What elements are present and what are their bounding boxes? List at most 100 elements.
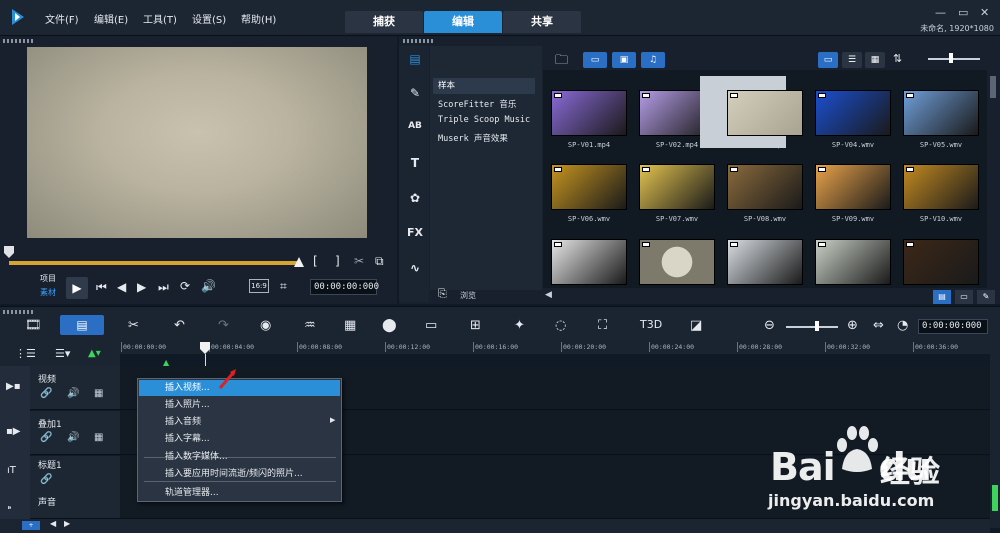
playhead-icon[interactable] — [200, 342, 210, 354]
media-thumbnail[interactable] — [903, 164, 979, 210]
timeline-view-icon[interactable]: ▤ — [60, 315, 104, 335]
menu-insert-digital-media[interactable]: 插入数字媒体... — [165, 449, 341, 465]
media-thumbnail[interactable] — [639, 239, 715, 285]
folder-item[interactable]: Muserk 声音效果 — [438, 132, 508, 144]
media-thumbnail[interactable] — [551, 164, 627, 210]
zoom-slider-knob[interactable] — [815, 321, 819, 331]
maximize-icon[interactable]: ▭ — [958, 6, 968, 19]
trim-end-handle[interactable] — [294, 257, 304, 267]
aspect-ratio-button[interactable]: 16:9 — [249, 279, 269, 293]
scroll-right-icon[interactable]: ▶ — [64, 519, 70, 528]
menu-insert-photo[interactable]: 插入照片... — [165, 397, 341, 413]
3d-title-icon[interactable]: T3D — [640, 318, 662, 331]
library-view-icon-2[interactable]: ▭ — [955, 290, 973, 304]
scissors-icon[interactable]: ✂ — [354, 254, 364, 268]
tab-share[interactable]: 共享 — [503, 11, 581, 33]
browse-icon[interactable]: ⎘ — [438, 287, 447, 301]
motion-tracking-icon[interactable]: ⬤ — [382, 318, 397, 333]
thumbnail-size-slider[interactable] — [928, 58, 980, 60]
thumbnail-view-icon[interactable]: ▭ — [818, 52, 838, 68]
library-scrollbar[interactable] — [990, 76, 996, 98]
media-thumbnail[interactable] — [815, 164, 891, 210]
title-icon[interactable]: T — [405, 156, 425, 174]
resize-icon[interactable]: ⌗ — [280, 279, 287, 294]
add-chapter-icon[interactable]: ▲▾ — [88, 348, 101, 359]
browse-label[interactable]: 浏览 — [460, 290, 476, 301]
media-thumbnail[interactable] — [903, 90, 979, 136]
show-photos-icon[interactable]: ▣ — [612, 52, 636, 68]
tools-icon[interactable]: ✂ — [128, 318, 139, 333]
pan-zoom-icon[interactable]: ⛶ — [598, 318, 607, 333]
library-view-icon-1[interactable]: ▤ — [933, 290, 951, 304]
menu-tools[interactable]: 工具(T) — [143, 11, 177, 26]
scroll-left-icon[interactable]: ◀ — [545, 290, 552, 300]
media-thumbnail[interactable] — [727, 239, 803, 285]
slider-knob[interactable] — [949, 53, 953, 63]
zoom-slider[interactable] — [786, 326, 838, 328]
next-frame-icon[interactable]: ▶ — [137, 280, 146, 294]
tab-capture[interactable]: 捕获 — [345, 11, 423, 33]
mark-in-icon[interactable]: [ — [313, 254, 318, 268]
menu-track-manager[interactable]: 轨道管理器... — [165, 485, 341, 501]
media-thumbnail[interactable] — [727, 164, 803, 210]
scroll-left-icon[interactable]: ◀ — [50, 519, 56, 528]
preview-timecode[interactable]: 00:00:00:000 — [310, 279, 379, 295]
mask-creator-icon[interactable]: ◌ — [555, 318, 566, 333]
multi-camera-icon[interactable]: ⊞ — [470, 318, 481, 333]
mute-icon[interactable]: 🔊 — [67, 388, 79, 399]
media-icon[interactable]: ▤ — [405, 52, 425, 70]
fit-project-icon[interactable]: ⇔ — [873, 318, 884, 333]
grid-icon[interactable]: ▦ — [94, 432, 103, 443]
show-videos-icon[interactable]: ▭ — [583, 52, 607, 68]
zoom-in-icon[interactable]: ⊕ — [847, 318, 858, 333]
mark-out-icon[interactable]: ] — [335, 254, 340, 268]
previous-frame-icon[interactable]: ◀ — [117, 280, 126, 294]
undo-icon[interactable]: ↶ — [174, 318, 185, 333]
menu-insert-audio[interactable]: 插入音频 — [165, 414, 341, 430]
scrubber-handle[interactable] — [4, 246, 14, 258]
auto-music-icon[interactable]: ▦ — [344, 318, 356, 333]
grid-icon[interactable]: ▦ — [94, 388, 103, 399]
link-icon[interactable]: 🔗 — [40, 474, 52, 485]
folder-item[interactable]: Triple Scoop Music — [438, 115, 530, 125]
menu-file[interactable]: 文件(F) — [45, 11, 79, 26]
storyboard-view-icon[interactable]: 🎞 — [25, 318, 42, 333]
link-icon[interactable]: 🔗 — [40, 388, 52, 399]
sort-icon[interactable]: ⇅ — [893, 52, 902, 65]
mute-icon[interactable]: 🔊 — [67, 432, 79, 443]
play-button[interactable]: ▶ — [66, 277, 88, 299]
go-to-end-icon[interactable]: ⏭ — [158, 280, 169, 295]
motion-icon[interactable]: ✦ — [514, 318, 525, 333]
media-thumbnail[interactable] — [815, 90, 891, 136]
media-thumbnail[interactable] — [815, 239, 891, 285]
ripple-edit-icon[interactable]: ☰▾ — [55, 347, 70, 360]
volume-icon[interactable]: 🔊 — [201, 279, 216, 293]
media-thumbnail[interactable] — [639, 164, 715, 210]
project-mode-label[interactable]: 项目 — [40, 273, 56, 284]
split-screen-icon[interactable]: ◪ — [690, 318, 702, 333]
panel-grip[interactable] — [403, 39, 435, 43]
path-icon[interactable]: ∿ — [405, 261, 425, 279]
redo-icon[interactable]: ↷ — [218, 318, 229, 333]
scrubber-track[interactable] — [9, 261, 301, 265]
folder-item[interactable]: 样本 — [433, 78, 535, 94]
media-thumbnail[interactable] — [727, 90, 803, 136]
subtitle-editor-icon[interactable]: ▭ — [425, 318, 437, 333]
go-to-start-icon[interactable]: ⏮ — [96, 280, 107, 295]
library-view-icon-3[interactable]: ✎ — [977, 290, 995, 304]
clock-icon[interactable]: ◔ — [897, 318, 908, 333]
zoom-out-icon[interactable]: ⊖ — [764, 318, 775, 333]
enlarge-preview-icon[interactable]: ⧉ — [375, 254, 384, 269]
track-manager-icon[interactable]: ⋮☰ — [15, 347, 36, 360]
link-icon[interactable]: 🔗 — [40, 432, 52, 443]
menu-insert-timelapse-photo[interactable]: 插入要应用时间流逝/频闪的照片... — [165, 466, 341, 482]
media-thumbnail[interactable] — [551, 90, 627, 136]
list-view-icon[interactable]: ☰ — [842, 52, 862, 68]
menu-edit[interactable]: 编辑(E) — [94, 11, 128, 26]
sound-mixer-icon[interactable]: ♒ — [304, 318, 316, 333]
clip-mode-label[interactable]: 素材 — [40, 287, 56, 298]
panel-grip[interactable] — [3, 39, 35, 43]
menu-insert-subtitle[interactable]: 插入字幕... — [165, 431, 341, 447]
panel-grip[interactable] — [3, 310, 35, 314]
record-capture-icon[interactable]: ◉ — [260, 318, 271, 333]
